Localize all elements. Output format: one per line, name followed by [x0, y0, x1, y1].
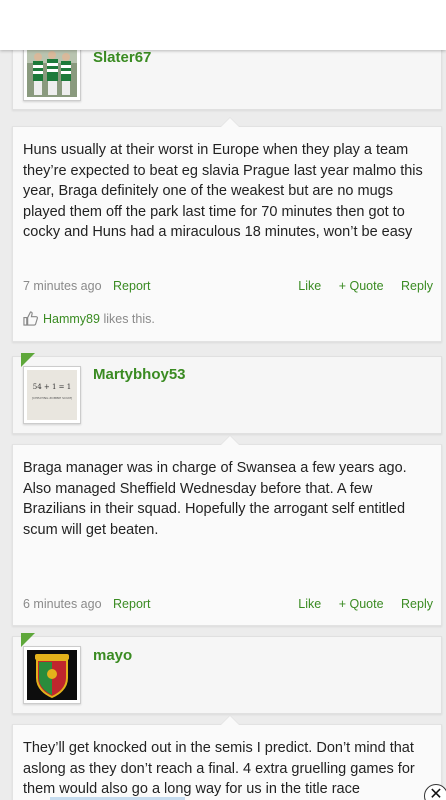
- new-post-corner: [21, 353, 35, 367]
- avatar-image: [27, 650, 77, 700]
- thumbs-up-icon: [23, 311, 38, 329]
- message-text: They’ll get knocked out in the semis I p…: [23, 740, 415, 797]
- message-box: They’ll get knocked out in the semis I p…: [12, 715, 442, 800]
- likes-suffix: likes this.: [99, 312, 155, 326]
- quote-button[interactable]: + Quote: [339, 597, 384, 611]
- avatar[interactable]: 54 + 1 = 1 [CHEATING ZOMBIE SCUM]: [23, 366, 81, 424]
- post-time: 7 minutes ago: [23, 279, 102, 293]
- post-time: 6 minutes ago: [23, 597, 102, 611]
- message-text: Braga manager was in charge of Swansea a…: [23, 460, 407, 538]
- message-text: Huns usually at their worst in Europe wh…: [23, 142, 423, 240]
- top-bar: [0, 0, 446, 50]
- quote-button[interactable]: + Quote: [339, 279, 384, 293]
- like-button[interactable]: Like: [298, 279, 321, 293]
- reply-button[interactable]: Reply: [401, 279, 433, 293]
- user-info-mayo: mayo: [12, 633, 442, 714]
- liker-username[interactable]: Hammy89: [43, 312, 100, 326]
- like-button[interactable]: Like: [298, 597, 321, 611]
- avatar[interactable]: [23, 646, 81, 704]
- close-icon[interactable]: ✕: [424, 784, 446, 800]
- username[interactable]: Martybhoy53: [93, 366, 186, 383]
- report-link[interactable]: Report: [113, 279, 151, 293]
- post-actions: Like + Quote Reply: [284, 597, 433, 611]
- avatar-image: [27, 47, 77, 97]
- crest-icon: [27, 650, 77, 700]
- reply-button[interactable]: Reply: [401, 597, 433, 611]
- message-meta: 7 minutes ago Report Like + Quote Reply: [23, 279, 433, 297]
- username[interactable]: mayo: [93, 647, 132, 664]
- new-post-corner: [21, 633, 35, 647]
- likes-summary: Hammy89 likes this.: [23, 311, 155, 329]
- username[interactable]: Slater67: [93, 49, 151, 66]
- message-box: Braga manager was in charge of Swansea a…: [12, 435, 442, 626]
- avatar[interactable]: [23, 43, 81, 101]
- report-link[interactable]: Report: [113, 597, 151, 611]
- message-box: Huns usually at their worst in Europe wh…: [12, 117, 442, 342]
- user-info-martybhoy53: 54 + 1 = 1 [CHEATING ZOMBIE SCUM] Martyb…: [12, 353, 442, 434]
- message-meta: 6 minutes ago Report Like + Quote Reply: [23, 597, 433, 615]
- avatar-text: 54 + 1 = 1: [32, 383, 72, 391]
- avatar-subtext: [CHEATING ZOMBIE SCUM]: [31, 396, 73, 400]
- post-actions: Like + Quote Reply: [284, 279, 433, 293]
- avatar-image: 54 + 1 = 1 [CHEATING ZOMBIE SCUM]: [27, 370, 77, 420]
